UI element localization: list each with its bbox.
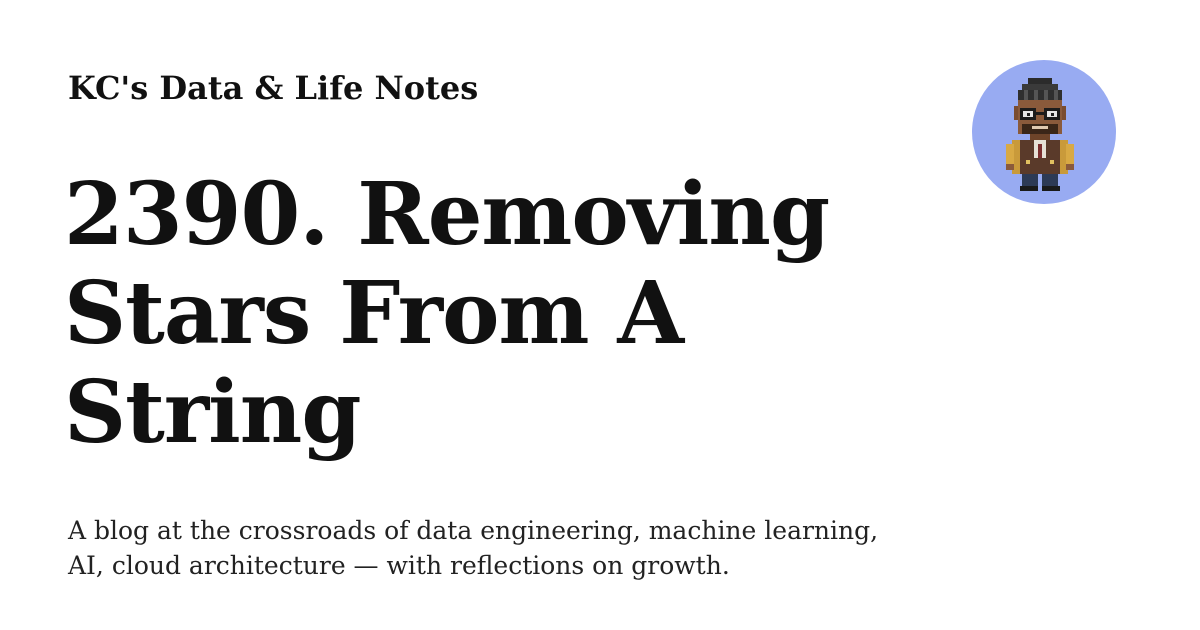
social-card: KC's Data & Life Notes 2390. Removing St… bbox=[0, 0, 1200, 630]
post-title: 2390. Removing Stars From A String bbox=[64, 164, 830, 463]
avatar bbox=[972, 60, 1116, 204]
pixel-art-person-with-glasses-icon bbox=[1006, 78, 1074, 191]
site-description: A blog at the crossroads of data enginee… bbox=[68, 516, 879, 580]
site-name[interactable]: KC's Data & Life Notes bbox=[68, 66, 478, 110]
